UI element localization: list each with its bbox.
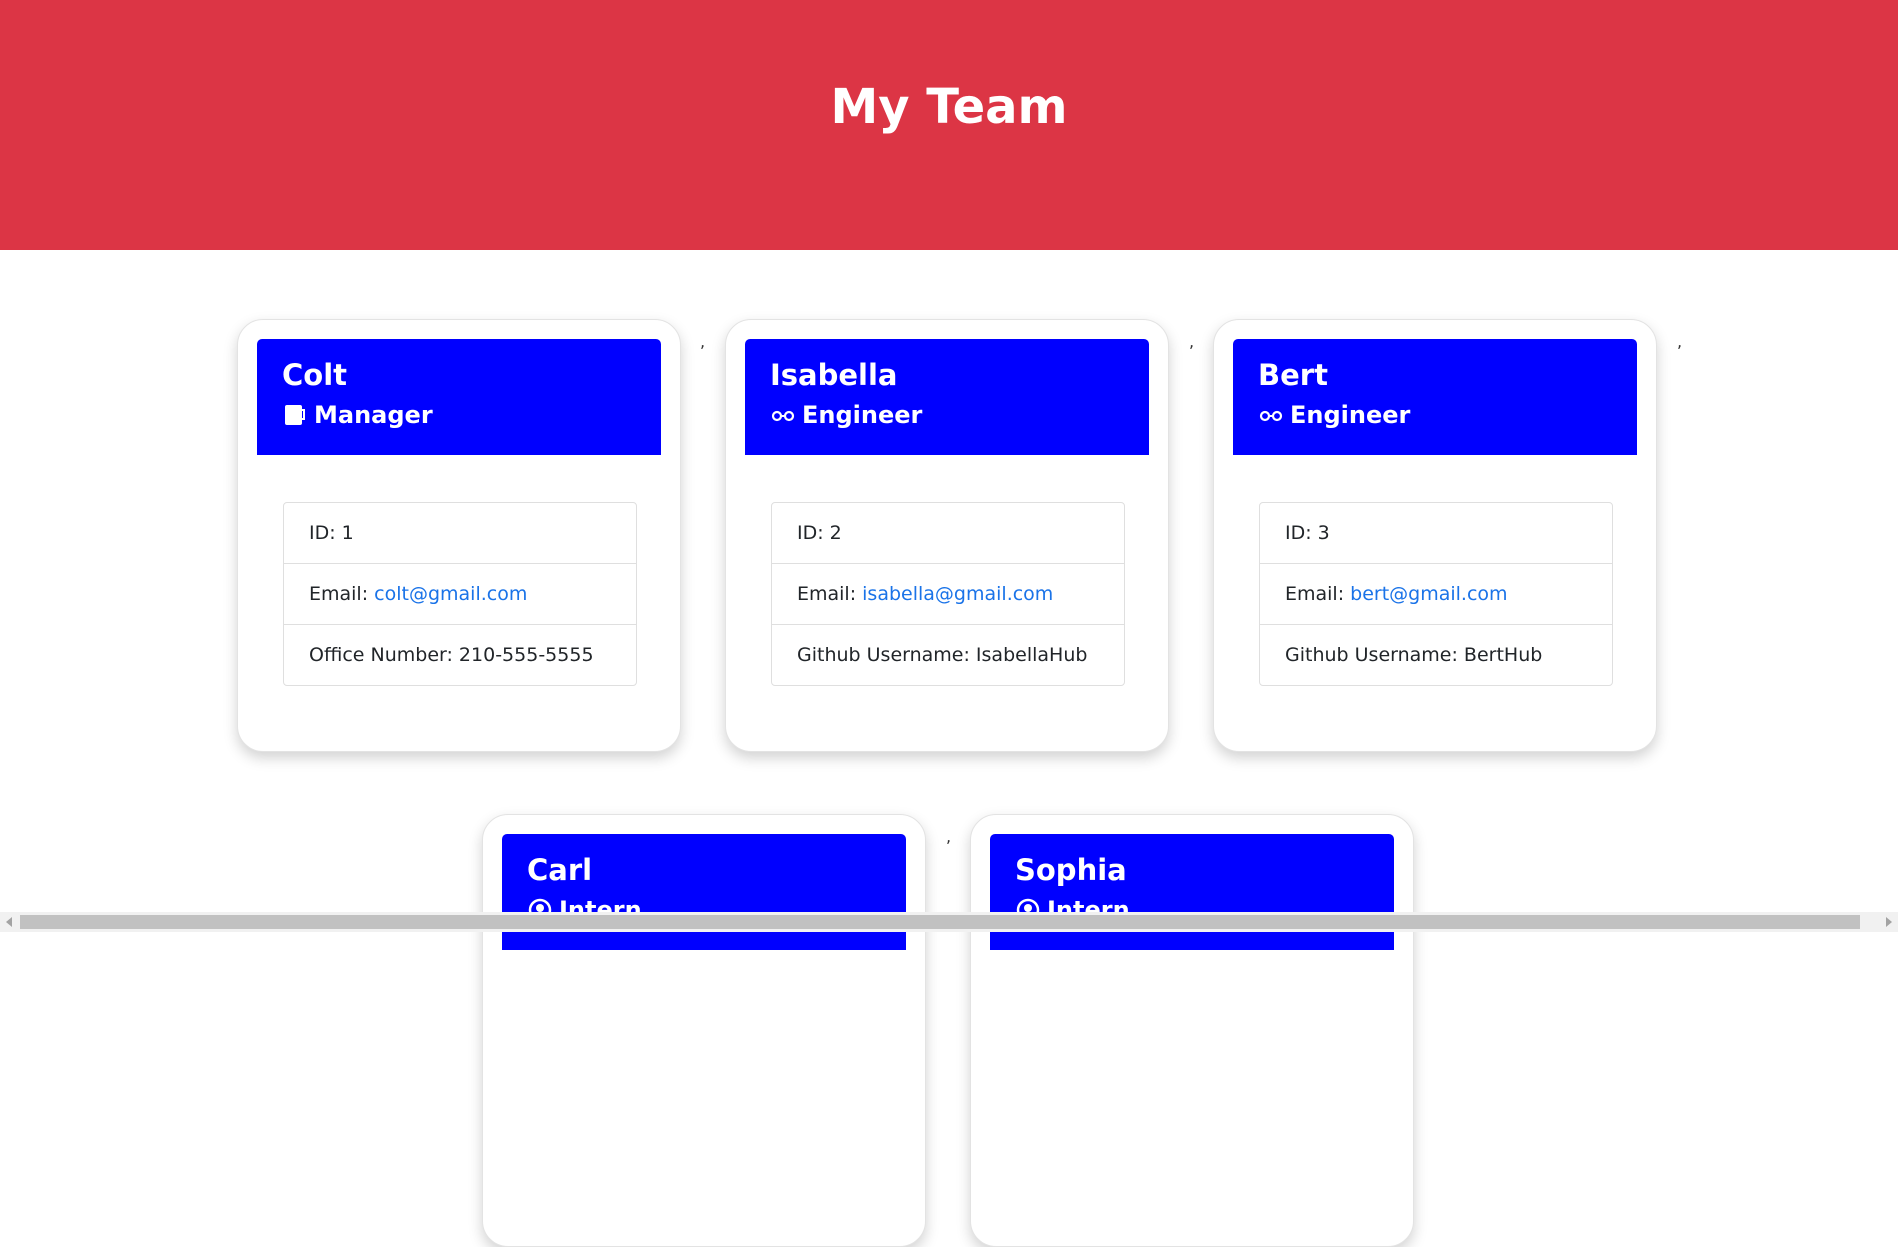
- card-header: Sophia Intern: [990, 834, 1394, 950]
- employee-id: ID: 2: [772, 503, 1124, 564]
- employee-card: Sophia Intern: [970, 814, 1414, 1247]
- page-header: My Team: [0, 0, 1898, 250]
- mug-icon: [282, 403, 307, 427]
- employee-role: Manager: [282, 400, 433, 430]
- employee-details: ID: 1 Email: colt@gmail.com Office Numbe…: [283, 502, 637, 686]
- email-link[interactable]: colt@gmail.com: [374, 583, 527, 605]
- separator-comma: ,: [946, 827, 952, 846]
- employee-card: Isabella Engineer ID: 2 Email: isabella@…: [725, 319, 1169, 752]
- employee-email-row: Email: colt@gmail.com: [284, 564, 636, 625]
- scrollbar-thumb[interactable]: [20, 915, 1860, 929]
- employee-id: ID: 3: [1260, 503, 1612, 564]
- separator-comma: ,: [1189, 332, 1195, 351]
- horizontal-scrollbar[interactable]: [0, 912, 1898, 932]
- employee-role: Engineer: [1258, 400, 1410, 430]
- employee-name: Sophia: [1015, 853, 1127, 887]
- email-link[interactable]: bert@gmail.com: [1350, 583, 1507, 605]
- employee-email-row: Email: isabella@gmail.com: [772, 564, 1124, 625]
- employee-details: ID: 3 Email: bert@gmail.com Github Usern…: [1259, 502, 1613, 686]
- card-header: Carl Intern: [502, 834, 906, 950]
- scroll-left-icon[interactable]: [6, 917, 12, 927]
- email-prefix: Email:: [1285, 583, 1351, 605]
- separator-comma: ,: [1677, 332, 1683, 351]
- employee-card: Carl Intern: [482, 814, 926, 1247]
- role-label: Engineer: [1290, 401, 1411, 429]
- email-prefix: Email:: [309, 583, 375, 605]
- employee-name: Bert: [1258, 358, 1328, 392]
- card-header: Colt Manager: [257, 339, 661, 455]
- employee-id: ID: 1: [284, 503, 636, 564]
- card-header: Bert Engineer: [1233, 339, 1637, 455]
- scroll-right-icon[interactable]: [1886, 917, 1892, 927]
- employee-role: Engineer: [770, 400, 922, 430]
- role-label: Engineer: [802, 401, 923, 429]
- employee-details: ID: 2 Email: isabella@gmail.com Github U…: [771, 502, 1125, 686]
- email-prefix: Email:: [797, 583, 863, 605]
- page-title: My Team: [830, 79, 1068, 135]
- glasses-icon: [1258, 403, 1283, 427]
- role-label: Manager: [314, 401, 433, 429]
- employee-name: Carl: [527, 853, 593, 887]
- employee-card: Bert Engineer ID: 3 Email: bert@gmail.co…: [1213, 319, 1657, 752]
- employee-email-row: Email: bert@gmail.com: [1260, 564, 1612, 625]
- employee-github: Github Username: BertHub: [1285, 644, 1543, 666]
- employee-name: Colt: [282, 358, 348, 392]
- card-header: Isabella Engineer: [745, 339, 1149, 455]
- email-link[interactable]: isabella@gmail.com: [862, 583, 1053, 605]
- employee-card: Colt Manager ID: 1 Email: colt@gmail.com…: [237, 319, 681, 752]
- employee-office-number: Office Number: 210-555-5555: [309, 644, 594, 666]
- separator-comma: ,: [700, 332, 706, 351]
- employee-name: Isabella: [770, 358, 898, 392]
- glasses-icon: [770, 403, 795, 427]
- employee-github: Github Username: IsabellaHub: [797, 644, 1088, 666]
